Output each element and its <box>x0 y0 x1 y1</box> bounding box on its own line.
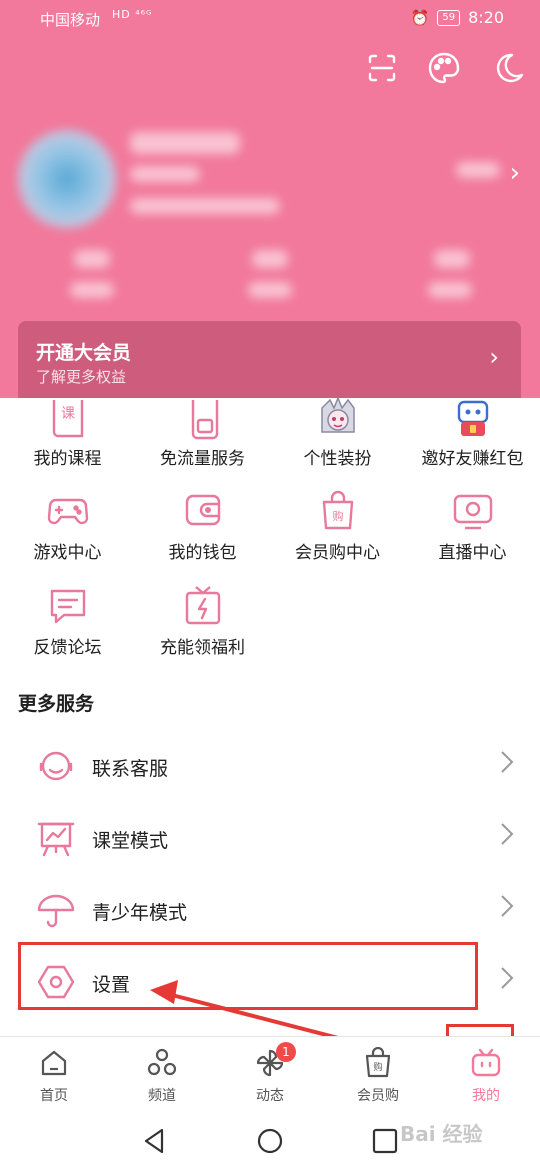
status-bar: 中国移动 HD ⁴⁶ᴳ ⏰ 59 8:20 <box>0 0 540 36</box>
svg-text:购: 购 <box>373 1061 382 1073</box>
grid-label: 会员购中心 <box>295 543 380 563</box>
grid-label: 邀好友赚红包 <box>421 449 524 469</box>
recents-icon[interactable] <box>370 1126 400 1156</box>
grid-label: 反馈论坛 <box>33 638 102 658</box>
alarm-icon: ⏰ <box>410 8 430 27</box>
blurred-info <box>130 198 280 214</box>
vip-title: 开通大会员 <box>36 342 132 364</box>
vip-subtitle: 了解更多权益 <box>36 368 127 386</box>
shop-bag-icon: 购 <box>362 1046 394 1079</box>
umbrella-icon <box>36 890 76 930</box>
service-item-classroom-mode[interactable]: 课堂模式 <box>0 804 540 876</box>
grid-label: 免流量服务 <box>160 449 245 469</box>
vip-banner[interactable]: 开通大会员 了解更多权益 › <box>18 321 521 398</box>
profile-card[interactable]: › <box>18 118 528 318</box>
grid-label: 我的课程 <box>33 449 102 469</box>
grid-label: 充能领福利 <box>160 638 245 658</box>
carrier-label: 中国移动 <box>40 11 101 29</box>
service-label: 青少年模式 <box>92 902 188 924</box>
blurred-stat-label <box>248 282 292 298</box>
scan-icon[interactable] <box>364 50 400 86</box>
wallet-icon <box>181 490 225 534</box>
battery-level: 59 <box>437 9 461 26</box>
section-title-more-services: 更多服务 <box>18 693 95 715</box>
headset-icon <box>36 746 76 786</box>
notification-badge: 1 <box>276 1042 296 1062</box>
grid-label: 我的钱包 <box>168 543 237 563</box>
gamepad-icon <box>46 490 90 534</box>
gift-icon <box>181 585 225 629</box>
channel-icon <box>146 1047 178 1079</box>
chevron-right-icon <box>500 894 514 918</box>
palette-icon[interactable] <box>426 50 462 86</box>
clock: 8:20 <box>468 8 504 27</box>
chevron-right-icon <box>500 966 514 990</box>
blurred-space-link <box>456 162 500 178</box>
profile-header: 中国移动 HD ⁴⁶ᴳ ⏰ 59 8:20 › 开通大会员 了解更多权益 › <box>0 0 540 398</box>
nav-tab-member-shop[interactable]: 购 会员购 <box>324 1037 432 1111</box>
blurred-stat-label <box>428 282 472 298</box>
home-circle-icon[interactable] <box>255 1126 285 1156</box>
back-icon[interactable] <box>140 1126 170 1156</box>
blurred-stat <box>74 250 110 268</box>
grid-label: 个性装扮 <box>303 449 372 469</box>
service-label: 课堂模式 <box>92 830 169 852</box>
service-item-contact-support[interactable]: 联系客服 <box>0 732 540 804</box>
tv-mascot-icon <box>451 398 495 442</box>
nav-tab-home[interactable]: 首页 <box>0 1037 108 1111</box>
blurred-stat <box>434 250 470 268</box>
service-label: 联系客服 <box>92 758 169 780</box>
chevron-right-icon: › <box>489 343 499 371</box>
nav-label: 我的 <box>472 1088 500 1104</box>
nav-label: 首页 <box>40 1088 68 1104</box>
bottom-nav: 首页 频道 动态 购 会员购 我的 <box>0 1036 540 1110</box>
course-icon: 课 <box>46 398 90 442</box>
service-item-youth-mode[interactable]: 青少年模式 <box>0 876 540 948</box>
chevron-right-icon <box>500 822 514 846</box>
blurred-username <box>130 132 240 154</box>
watermark: Bai 经验 <box>400 1122 483 1146</box>
home-icon <box>38 1047 70 1079</box>
nav-label: 频道 <box>148 1088 176 1104</box>
svg-text:课: 课 <box>61 406 75 422</box>
blurred-level <box>130 166 200 182</box>
chevron-right-icon <box>500 750 514 774</box>
blurred-stat-label <box>70 282 114 298</box>
character-avatar-icon <box>316 395 360 442</box>
grid-label: 直播中心 <box>438 543 507 563</box>
nav-tab-channel[interactable]: 频道 <box>108 1037 216 1111</box>
moon-icon[interactable] <box>490 50 526 86</box>
avatar[interactable] <box>18 130 116 228</box>
shopping-bag-icon: 购 <box>316 490 360 534</box>
nav-tab-mine[interactable]: 我的 <box>432 1037 540 1111</box>
status-right: ⏰ 59 8:20 <box>411 8 504 27</box>
settings-highlight-box <box>18 942 478 1010</box>
classroom-icon <box>36 818 76 858</box>
blurred-stat <box>252 250 288 268</box>
network-indicator: HD ⁴⁶ᴳ <box>112 8 153 21</box>
nav-tab-dynamic[interactable]: 动态 <box>216 1037 324 1111</box>
nav-label: 动态 <box>256 1088 284 1104</box>
svg-text:购: 购 <box>333 509 344 523</box>
chevron-right-icon: › <box>509 158 520 188</box>
chat-icon <box>46 585 90 629</box>
nav-label: 会员购 <box>357 1088 399 1104</box>
grid-label: 游戏中心 <box>33 543 102 563</box>
live-tv-icon <box>451 490 495 534</box>
sim-card-icon <box>181 398 225 442</box>
tv-icon <box>470 1047 502 1079</box>
